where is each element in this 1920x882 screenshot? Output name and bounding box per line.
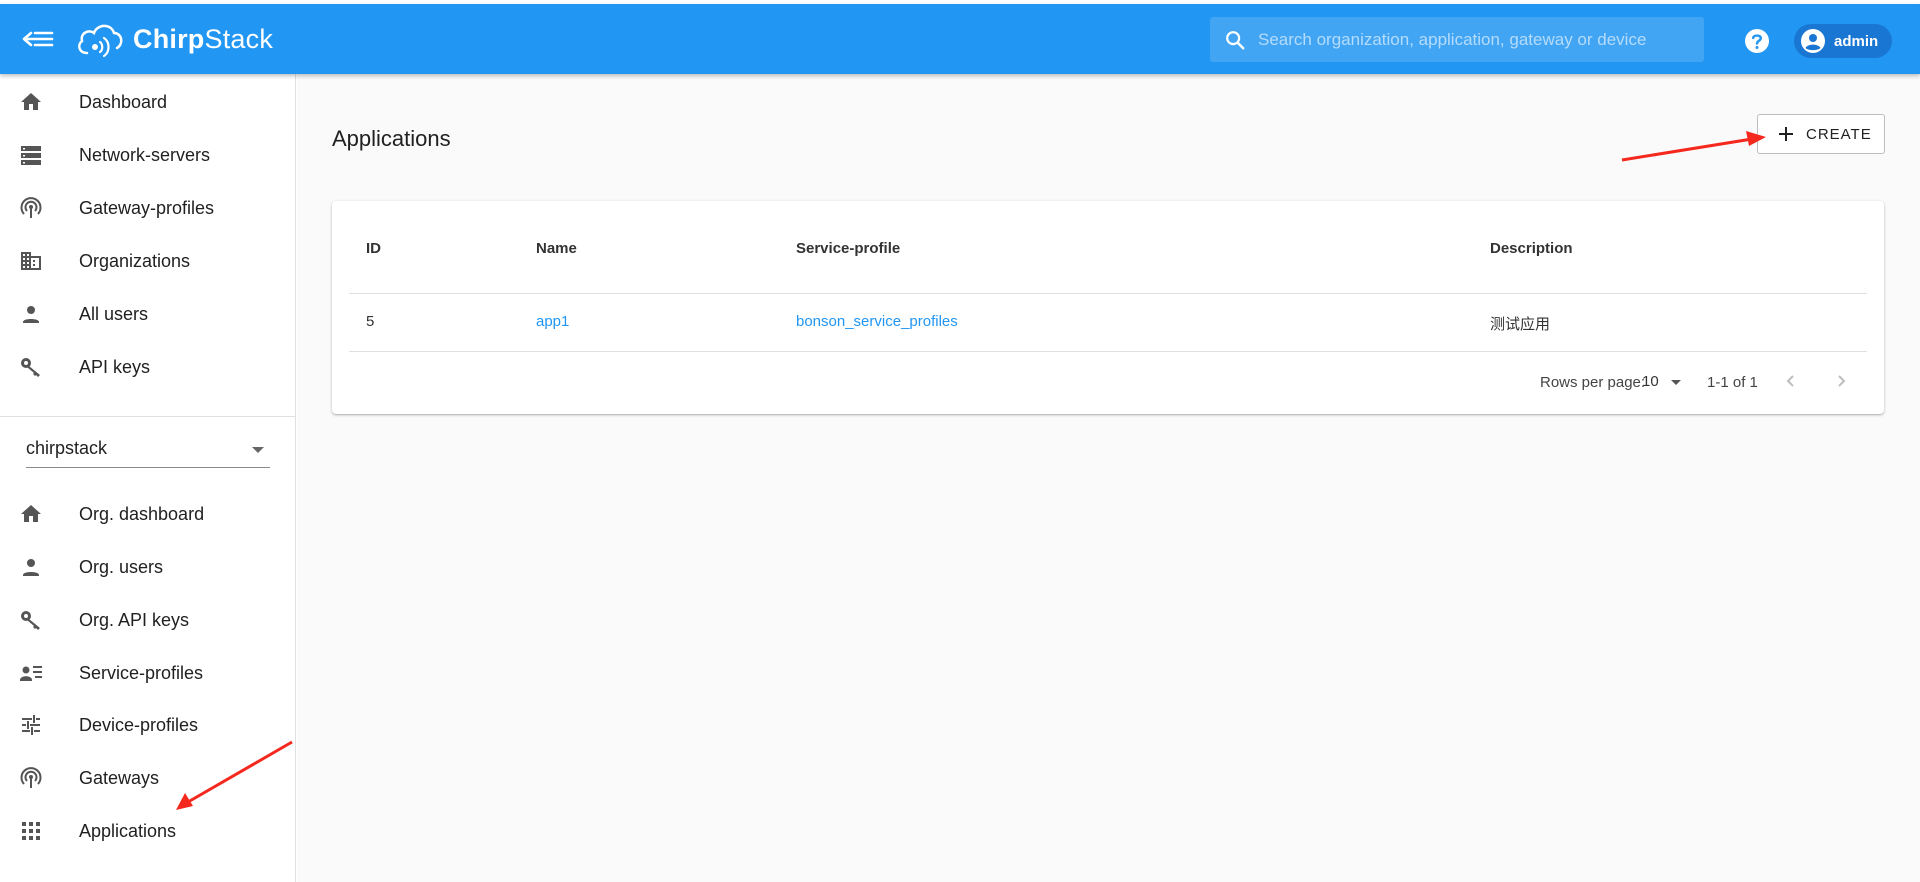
sidebar-item-organizations[interactable]: Organizations bbox=[0, 235, 295, 287]
sidebar-item-gateway-profiles[interactable]: Gateway-profiles bbox=[0, 182, 295, 234]
next-page-button[interactable] bbox=[1826, 366, 1856, 396]
apps-grid-icon bbox=[18, 818, 44, 844]
collapse-menu-icon[interactable] bbox=[22, 26, 56, 52]
sidebar-item-applications[interactable]: Applications bbox=[0, 805, 295, 857]
user-name: admin bbox=[1834, 32, 1879, 50]
home-icon bbox=[18, 501, 44, 527]
sidebar-item-label: Gateways bbox=[79, 767, 160, 788]
sidebar-divider bbox=[0, 416, 295, 417]
column-header-id[interactable]: ID bbox=[366, 240, 381, 257]
sidebar-item-label: API keys bbox=[79, 356, 151, 377]
sidebar-item-all-users[interactable]: All users bbox=[0, 288, 295, 340]
tune-icon bbox=[18, 712, 44, 738]
applications-table-card: ID Name Service-profile Description 5 ap… bbox=[332, 201, 1884, 414]
sidebar-item-label: Dashboard bbox=[79, 91, 168, 112]
chevron-right-icon bbox=[1838, 375, 1846, 387]
account-details-icon bbox=[18, 660, 44, 686]
column-header-description[interactable]: Description bbox=[1490, 240, 1573, 257]
organization-select-value: chirpstack bbox=[26, 438, 108, 458]
sidebar-item-org-dashboard[interactable]: Org. dashboard bbox=[0, 488, 295, 540]
application-name-link[interactable]: app1 bbox=[536, 313, 569, 330]
key-icon bbox=[18, 354, 44, 380]
key-icon bbox=[18, 607, 44, 633]
sidebar-item-network-servers[interactable]: Network-servers bbox=[0, 129, 295, 181]
chevron-down-icon bbox=[1671, 380, 1681, 385]
sidebar-item-label: Org. API keys bbox=[79, 609, 190, 630]
sidebar-item-label: Network-servers bbox=[79, 144, 211, 165]
table-row[interactable]: 5 app1 bonson_service_profiles 测试应用 bbox=[349, 294, 1867, 352]
chevron-left-icon bbox=[1786, 375, 1794, 387]
antenna-icon bbox=[18, 765, 44, 791]
sidebar-item-label: Service-profiles bbox=[79, 662, 204, 683]
sidebar-item-org-users[interactable]: Org. users bbox=[0, 541, 295, 593]
sidebar-item-label: Org. dashboard bbox=[79, 503, 205, 524]
service-profile-link[interactable]: bonson_service_profiles bbox=[796, 313, 958, 330]
sidebar-item-label: Org. users bbox=[79, 556, 164, 577]
column-header-name[interactable]: Name bbox=[536, 240, 577, 257]
sidebar-item-label: Device-profiles bbox=[79, 714, 199, 735]
cell-description: 测试应用 bbox=[1490, 316, 1551, 333]
person-icon bbox=[18, 554, 44, 580]
top-app-bar: ChirpStack admin bbox=[0, 4, 1920, 74]
sidebar-item-gateways[interactable]: Gateways bbox=[0, 752, 295, 804]
sidebar-item-label: Applications bbox=[79, 820, 177, 841]
plus-icon bbox=[1779, 127, 1793, 141]
sidebar-item-service-profiles[interactable]: Service-profiles bbox=[0, 647, 295, 699]
main-content: Applications CREATE ID Name Service-prof… bbox=[297, 74, 1920, 882]
pagination-range: 1-1 of 1 bbox=[1707, 374, 1758, 391]
column-header-service-profile[interactable]: Service-profile bbox=[796, 240, 900, 257]
cloud-logo-icon bbox=[78, 24, 123, 58]
sidebar-item-org-api-keys[interactable]: Org. API keys bbox=[0, 594, 295, 646]
search-bar[interactable] bbox=[1210, 17, 1704, 62]
table-header: ID Name Service-profile Description bbox=[349, 201, 1867, 294]
cell-id: 5 bbox=[366, 313, 375, 330]
rows-per-page-label: Rows per page: bbox=[1540, 374, 1646, 391]
person-icon bbox=[18, 301, 44, 327]
search-icon bbox=[1226, 30, 1245, 49]
rows-per-page-select[interactable]: 10 bbox=[1642, 370, 1686, 394]
account-circle-icon bbox=[1801, 29, 1825, 53]
create-button[interactable]: CREATE bbox=[1757, 114, 1885, 154]
sidebar-item-label: Gateway-profiles bbox=[79, 197, 215, 218]
sidebar-item-dashboard[interactable]: Dashboard bbox=[0, 76, 295, 128]
antenna-icon bbox=[18, 195, 44, 221]
organization-select[interactable]: chirpstack bbox=[26, 430, 270, 468]
chevron-down-icon bbox=[252, 447, 264, 453]
home-icon bbox=[18, 89, 44, 115]
user-menu-button[interactable]: admin bbox=[1794, 24, 1893, 58]
search-input[interactable] bbox=[1258, 29, 1698, 50]
chirpstack-logo[interactable]: ChirpStack bbox=[75, 18, 273, 60]
server-icon bbox=[18, 142, 44, 168]
table-pagination: Rows per page: 10 1-1 of 1 bbox=[332, 352, 1884, 412]
sidebar-item-label: All users bbox=[79, 303, 149, 324]
rows-per-page-value: 10 bbox=[1642, 373, 1659, 390]
page-title: Applications bbox=[332, 126, 451, 151]
sidebar-item-device-profiles[interactable]: Device-profiles bbox=[0, 699, 295, 751]
create-button-label: CREATE bbox=[1806, 125, 1872, 143]
sidebar-item-api-keys[interactable]: API keys bbox=[0, 341, 295, 393]
brand-name: ChirpStack bbox=[133, 23, 274, 54]
sidebar-item-label: Organizations bbox=[79, 250, 191, 271]
building-icon bbox=[18, 248, 44, 274]
previous-page-button[interactable] bbox=[1776, 366, 1806, 396]
sidebar: Dashboard Network-servers Gateway-profil… bbox=[0, 74, 296, 882]
help-icon[interactable] bbox=[1744, 28, 1770, 54]
